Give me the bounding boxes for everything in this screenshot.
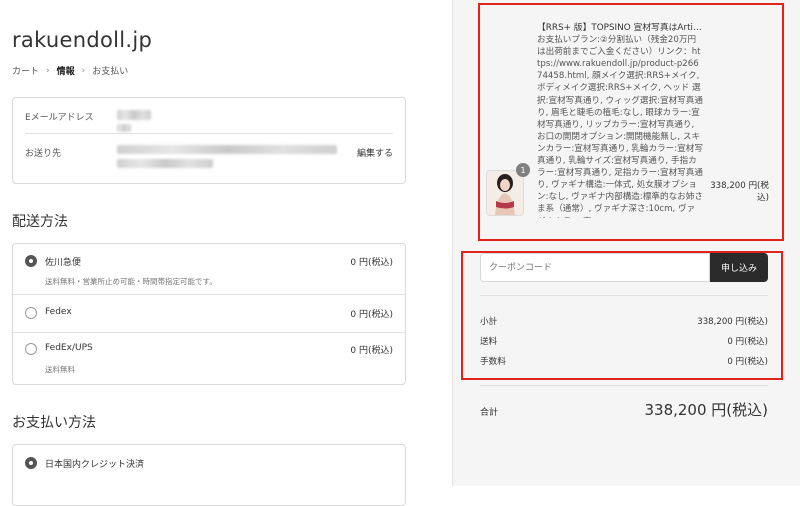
radio-unselected[interactable] (25, 307, 37, 319)
shipping-option-name: FedEx/UPS (45, 343, 93, 353)
shipping-option-note: 送料無料 (45, 365, 75, 374)
chevron-right-icon: › (81, 65, 86, 76)
shipping-option-note: 送料無料・営業所止め可能・時間帯指定可能です。 (45, 277, 217, 286)
shipping-option-price: 0 円(税込) (350, 310, 393, 320)
checkout-main: rakuendoll.jp カート › 情報 › お支払い Eメールアドレス お… (0, 0, 452, 506)
shipping-option-sagawa[interactable]: 佐川急便 送料無料・営業所止め可能・時間帯指定可能です。 0 円(税込) (13, 244, 405, 295)
email-value-redacted (117, 110, 151, 120)
breadcrumb-info: 情報 (56, 67, 75, 77)
divider (25, 133, 393, 134)
divider (480, 385, 768, 386)
contact-summary: Eメールアドレス お送り先 編集する (12, 97, 406, 184)
payment-method-title: お支払い方法 (12, 415, 96, 431)
breadcrumb-payment: お支払い (92, 67, 129, 77)
ship-to-label: お送り先 (25, 149, 62, 159)
address-value-redacted (117, 145, 337, 154)
shipping-option-name: Fedex (45, 307, 72, 317)
edit-address-link[interactable]: 編集する (357, 146, 393, 159)
total-value: 338,200 円(税込) (644, 401, 768, 419)
radio-selected[interactable] (25, 255, 37, 267)
shipping-option-name: 佐川急便 (45, 258, 82, 268)
breadcrumb: カート › 情報 › お支払い (12, 64, 129, 78)
breadcrumb-cart[interactable]: カート (12, 64, 39, 77)
product-highlight-box (478, 3, 784, 241)
radio-unselected[interactable] (25, 343, 37, 355)
radio-selected[interactable] (25, 457, 37, 469)
summary-highlight-box (461, 251, 783, 380)
shipping-option-fedex-ups[interactable]: FedEx/UPS 送料無料 0 円(税込) (13, 333, 405, 384)
email-label: Eメールアドレス (25, 113, 94, 123)
total-label: 合計 (480, 408, 499, 418)
chevron-right-icon: › (46, 65, 50, 76)
email-value-redacted-2 (117, 124, 131, 132)
shipping-options: 佐川急便 送料無料・営業所止め可能・時間帯指定可能です。 0 円(税込) Fed… (12, 243, 406, 385)
payment-option-name[interactable]: 日本国内クレジット決済 (45, 457, 144, 470)
shipping-option-fedex[interactable]: Fedex 0 円(税込) (13, 295, 405, 333)
payment-options: 日本国内クレジット決済 (12, 444, 406, 506)
address-value-redacted-2 (117, 159, 213, 168)
shipping-method-title: 配送方法 (12, 214, 68, 230)
shipping-option-price: 0 円(税込) (350, 258, 393, 268)
store-name[interactable]: rakuendoll.jp (12, 28, 152, 52)
shipping-option-price: 0 円(税込) (350, 346, 393, 356)
